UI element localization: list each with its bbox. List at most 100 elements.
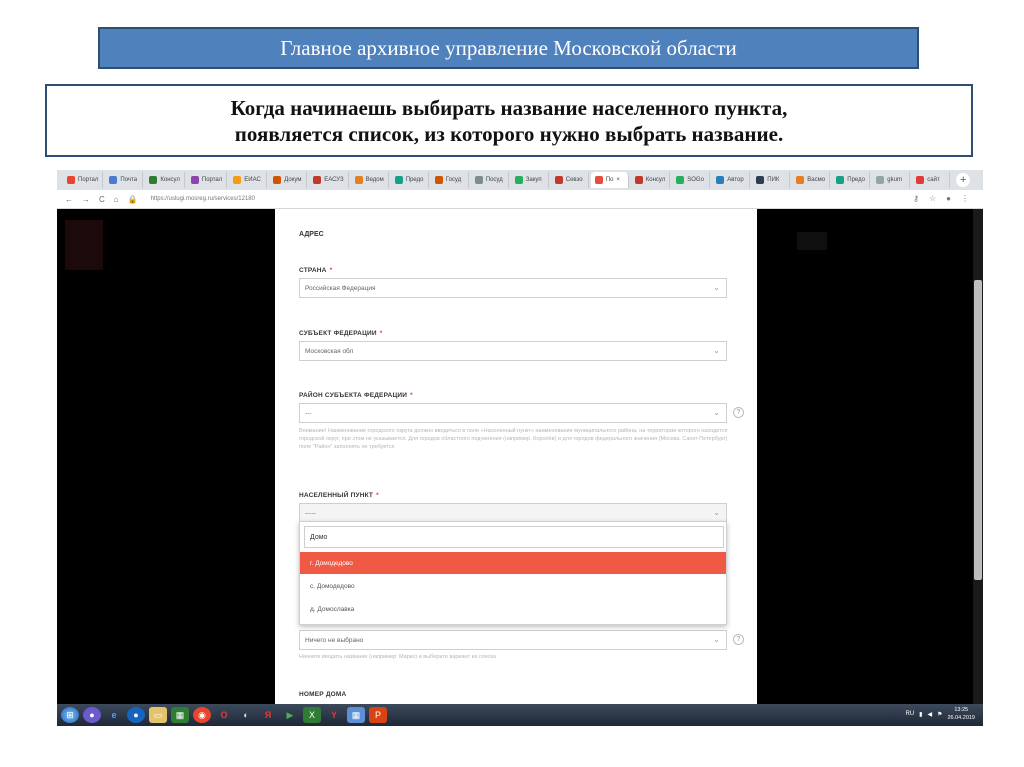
home-icon[interactable]: ⌂ [114,195,119,204]
ie-icon[interactable]: e [105,707,123,723]
opera-icon[interactable]: O [215,707,233,723]
tab-label: ЕИАС [244,177,261,183]
media-icon[interactable]: ▶ [281,707,299,723]
tab-label: SOGo [687,177,704,183]
locality-search-input[interactable]: Домо [304,526,724,548]
required-mark: * [410,392,413,399]
country-select[interactable]: Российская Федерация ⌄ [299,278,727,298]
clock[interactable]: 13:25 26.04.2019 [947,706,975,722]
tab-favicon-icon [554,176,563,184]
browser-tab[interactable]: Посуд [471,172,509,188]
tab-label: Докум [284,177,302,183]
scrollbar-thumb[interactable] [974,280,982,580]
key-icon[interactable]: ⚷ [913,194,919,203]
dropdown-option[interactable]: г. Домодедово [300,552,726,574]
locality-label: НАСЕЛЕННЫЙ ПУНКТ * [299,492,379,499]
tab-label: Посуд [485,177,503,183]
slide-title-banner: Главное архивное управление Московской о… [98,27,919,69]
browser-tab[interactable]: SOGo [672,172,711,188]
volume-icon[interactable]: ◀ [927,711,932,718]
district-select[interactable]: --- ⌄ [299,403,727,423]
browser-tab[interactable]: ЕИАС [229,172,268,188]
locality-select[interactable]: ----- ⌄ [299,503,727,523]
yandex-browser-icon[interactable]: Y [325,707,343,723]
clock-time: 13:25 [954,707,969,713]
browser-screenshot: Портал Почта Консул Портал ЕИАС Докум ЕАСУЗ Вед… [57,170,983,726]
excel-icon[interactable]: X [303,707,321,723]
street-value: Ничего не выбрано [305,636,364,644]
tab-label: Портал [201,177,223,183]
language-icon[interactable]: RU [905,711,914,717]
browser-tab[interactable]: Почта [105,172,144,188]
subject-select[interactable]: Московская обл ⌄ [299,341,727,361]
locality-label-text: НАСЕЛЕННЫЙ ПУНКТ [299,492,374,499]
subject-label-text: СУБЪЕКТ ФЕДЕРАЦИИ [299,330,377,337]
tab-label: Автор [727,177,744,183]
browser-tab[interactable]: gkum [872,172,911,188]
tab-favicon-icon [796,176,805,184]
chrome-icon[interactable]: ◉ [193,707,211,723]
section-title: АДРЕС [299,231,324,238]
browser-tab[interactable]: Закуп [511,172,549,188]
app-icon[interactable]: ● [127,707,145,723]
browser-tab[interactable]: Консул [631,172,671,188]
url-text[interactable]: https://uslugi.mosreg.ru/services/12180 [151,196,255,202]
browser-tab[interactable]: сайт [912,172,951,188]
network-icon[interactable]: ▮ [919,711,922,718]
tab-label: По [605,177,614,183]
browser-tab[interactable]: Bacмо [792,172,831,188]
browser-tab[interactable]: Предо [832,172,871,188]
district-value: --- [305,409,312,417]
profile-icon[interactable]: ● [946,194,951,203]
browser-tab[interactable]: ЕАСУЗ [309,172,349,188]
forward-icon[interactable]: → [82,195,90,204]
back-icon[interactable]: ← [65,195,73,204]
country-value: Российская Федерация [305,284,376,292]
tab-favicon-icon [67,176,75,184]
reload-icon[interactable]: C [99,195,105,204]
tab-label: ЕАСУЗ [324,177,344,183]
close-tab-icon[interactable]: × [616,177,620,183]
app-icon[interactable]: ▦ [171,707,189,723]
help-icon[interactable]: ? [733,407,744,418]
yandex-icon[interactable]: Я [259,707,277,723]
dropdown-option[interactable]: д. Домославка [300,598,726,620]
browser-tab[interactable]: Автор [712,172,751,188]
subject-value: Московская обл [305,347,354,355]
form-page: АДРЕС СТРАНА * Российская Федерация ⌄ СУБ… [275,209,757,705]
dropdown-option[interactable]: с. Домодедово [300,575,726,597]
chevron-up-icon: ⌄ [713,508,720,517]
street-select[interactable]: Ничего не выбрано ⌄ [299,630,727,650]
background-decoration [797,232,827,250]
browser-tab[interactable]: Севзо [551,172,589,188]
new-tab-icon[interactable]: + [956,173,971,187]
chevron-down-icon: ⌄ [713,635,720,644]
browser-tab[interactable]: Портал [187,172,228,188]
browser-tab[interactable]: По × [590,172,629,188]
subject-label: СУБЪЕКТ ФЕДЕРАЦИИ * [299,330,383,337]
help-icon[interactable]: ? [733,634,744,645]
slide-caption-box: Когда начинаешь выбирать название населе… [45,84,973,157]
powerpoint-icon[interactable]: P [369,707,387,723]
star-icon[interactable]: ☆ [929,194,936,203]
browser-tab[interactable]: ПИК [752,172,791,188]
browser-tab[interactable]: Докум [269,172,308,188]
menu-icon[interactable]: ⋮ [961,194,969,203]
browser-tab[interactable]: Ведом [351,172,389,188]
folder-icon[interactable]: ▭ [149,707,167,723]
app-icon[interactable]: ▦ [347,707,365,723]
start-button-icon[interactable]: ⊞ [61,707,79,723]
browser-tab[interactable]: Портал [63,172,104,188]
app-icon[interactable]: ● [83,707,101,723]
locality-dropdown: Домо г. Домодедово с. Домодедово д. Домо… [299,521,727,625]
browser-tab-bar: Портал Почта Консул Портал ЕИАС Докум ЕАСУЗ Вед… [57,170,983,190]
windows-taskbar: ⊞ ● e ● ▭ ▦ ◉ O ◐ Я ▶ X Y ▦ P RU ▮ ◀ ⚑ 1… [57,704,983,726]
flag-icon[interactable]: ⚑ [937,711,942,718]
app-icon[interactable]: ◐ [237,707,255,723]
tab-favicon-icon [474,176,483,184]
tab-favicon-icon [190,176,199,184]
browser-tab[interactable]: Консул [145,172,185,188]
browser-tab[interactable]: Предо [391,172,429,188]
district-label: РАЙОН СУБЪЕКТА ФЕДЕРАЦИИ * [299,392,413,399]
browser-tab[interactable]: Госуд [431,172,469,188]
